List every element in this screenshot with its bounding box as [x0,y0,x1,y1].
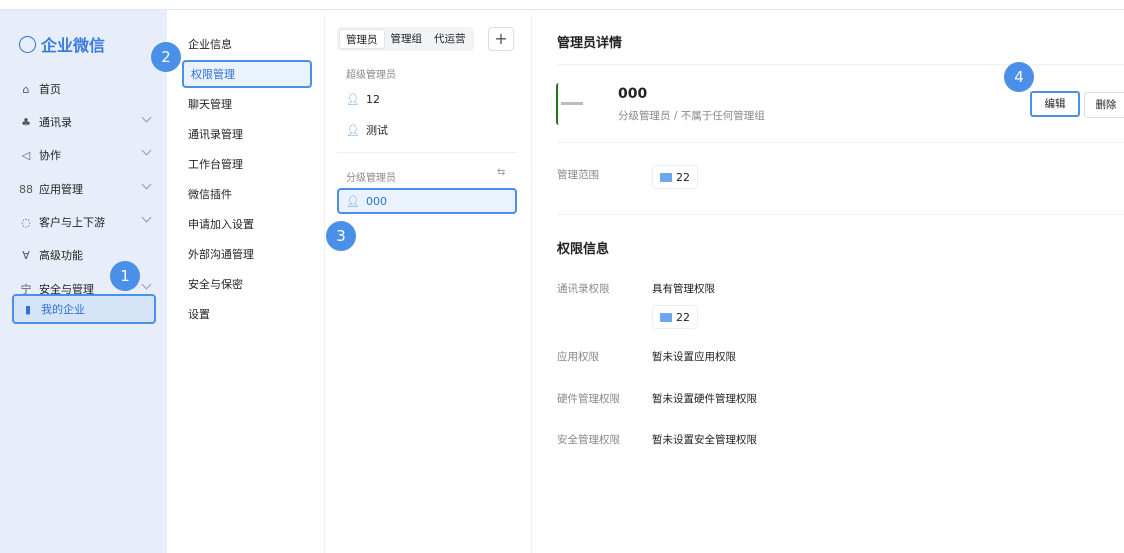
sidebar-item-1[interactable]: ♣ 通讯录 [12,107,156,137]
logo: ◯ 企业微信 [18,32,105,56]
admin-subtitle: 分级管理员 / 不属于任何管理组 [618,110,765,122]
perm-label: 硬件管理权限 [557,393,620,405]
tab-0[interactable]: 管理员 [339,29,385,49]
chevron-down-icon[interactable] [141,179,152,190]
folder-icon [660,172,672,182]
divider [557,64,1124,65]
company-icon: ▮ [24,302,32,316]
sidebar-item-7[interactable]: ▮ 我的企业 [12,294,156,324]
perm-chip[interactable]: 22 [652,305,698,329]
sidebar-item-4[interactable]: ◌ 客户与上下游 [12,207,156,237]
perm-label: 安全管理权限 [557,434,620,446]
perm-value: 暂未设置应用权限 [652,351,736,363]
submenu-item-1[interactable]: 权限管理 [182,60,312,88]
edit-button[interactable]: 编辑 [1030,91,1080,117]
step-badge-3: 3 [326,221,356,251]
sidebar-item-0[interactable]: ⌂ 首页 [12,74,156,104]
wecom-logo-icon: ◯ [18,34,38,54]
detail-title: 管理员详情 [557,36,623,51]
scope-value: 22 [676,170,690,184]
sparkle-icon: ∀ [22,248,30,262]
perm-title: 权限信息 [557,242,610,257]
tab-2[interactable]: 代运营 [428,29,472,49]
submenu-item-6[interactable]: 申请加入设置 [181,210,311,238]
sidebar-item-2[interactable]: ◁ 协作 [12,140,156,170]
submenu-item-3[interactable]: 通讯录管理 [181,120,311,148]
admin-tabs: 管理员 管理组 代运营 [337,27,474,51]
perm-label: 通讯录权限 [557,283,610,295]
home-icon: ⌂ [22,82,30,96]
submenu-item-9[interactable]: 设置 [181,300,311,328]
sidebar-item-label: 客户与上下游 [39,216,105,229]
submenu-item-5[interactable]: 微信插件 [181,180,311,208]
admin-name: 000 [365,194,387,208]
admin-name: 12 [365,92,380,106]
collaboration-icon: ◁ [21,148,31,162]
sidebar-item-label: 我的企业 [41,303,85,316]
step-badge-4: 4 [1004,62,1034,92]
divider [557,214,1124,215]
divider [557,142,1124,143]
chip-value: 22 [676,310,690,324]
folder-icon [660,312,672,322]
submenu-item-8[interactable]: 安全与保密 [181,270,311,298]
user-icon: 👤︎ [346,194,360,208]
chevron-down-icon[interactable] [141,145,152,156]
scope-label: 管理范围 [557,169,599,181]
admin-list: 管理员 管理组 代运营 + 超级管理员 👤︎ 12 👤︎ 测试 分级管理员 ⇆ 👤︎ 000 [325,14,532,553]
admin-name: 000 [618,86,648,102]
delete-button[interactable]: 删除 [1084,92,1124,118]
sub-admin-label: 分级管理员 [346,173,396,184]
step-badge-1: 1 [110,261,140,291]
add-button[interactable]: + [488,27,514,51]
org-chart-icon: ♣ [21,115,31,129]
chevron-down-icon[interactable] [141,279,152,290]
sort-icon[interactable]: ⇆ [497,167,505,178]
tab-1[interactable]: 管理组 [385,29,429,49]
submenu-item-7[interactable]: 外部沟通管理 [181,240,311,268]
top-band [0,0,1124,10]
user-icon: 👤︎ [346,92,360,106]
super-admin-label: 超级管理员 [346,70,396,81]
sidebar-item-label: 应用管理 [39,183,83,196]
user-icon: 👤︎ [346,123,360,137]
avatar [556,83,596,125]
sidebar-item-3[interactable]: 88 应用管理 [12,174,156,204]
sidebar-item-label: 首页 [39,83,61,96]
main-panel: 企业信息 权限管理 聊天管理 通讯录管理 工作台管理 微信插件 申请加入设置 外部沟通管理 安全… [167,14,1124,553]
app-title: 企业微信 [41,36,106,55]
submenu-item-4[interactable]: 工作台管理 [181,150,311,178]
admin-name: 测试 [365,124,388,137]
sidebar-item-label: 通讯录 [39,116,72,129]
chat-bubble-icon: ◌ [21,215,31,229]
scope-chip[interactable]: 22 [652,165,698,189]
perm-value: 暂未设置硬件管理权限 [652,393,757,405]
admin-list-item[interactable]: 👤︎ 000 [337,188,517,214]
perm-label: 应用权限 [557,351,599,363]
sidebar-item-label: 高级功能 [39,249,83,262]
chevron-down-icon[interactable] [141,212,152,223]
submenu: 企业信息 权限管理 聊天管理 通讯录管理 工作台管理 微信插件 申请加入设置 外部沟通管理 安全… [167,14,325,553]
sidebar-item-label: 协作 [39,149,61,162]
apps-grid-icon: 88 [19,182,33,196]
submenu-item-2[interactable]: 聊天管理 [181,90,311,118]
admin-detail: 管理员详情 000 分级管理员 / 不属于任何管理组 编辑 删除 管理范围 22… [532,14,1124,553]
submenu-item-0[interactable]: 企业信息 [181,30,311,58]
perm-value: 暂未设置安全管理权限 [652,434,757,446]
admin-list-item[interactable]: 👤︎ 测试 [344,117,516,143]
admin-list-item[interactable]: 👤︎ 12 [344,86,516,112]
sidebar: ◯ 企业微信 ⌂ 首页 ♣ 通讯录 ◁ 协作 88 应用管理 ◌ 客户与上下游 ∀ 高级功能宁安全与管理… [0,10,167,553]
divider [337,152,517,153]
step-badge-2: 2 [151,42,181,72]
chevron-down-icon[interactable] [141,112,152,123]
perm-value: 具有管理权限 [652,283,715,295]
